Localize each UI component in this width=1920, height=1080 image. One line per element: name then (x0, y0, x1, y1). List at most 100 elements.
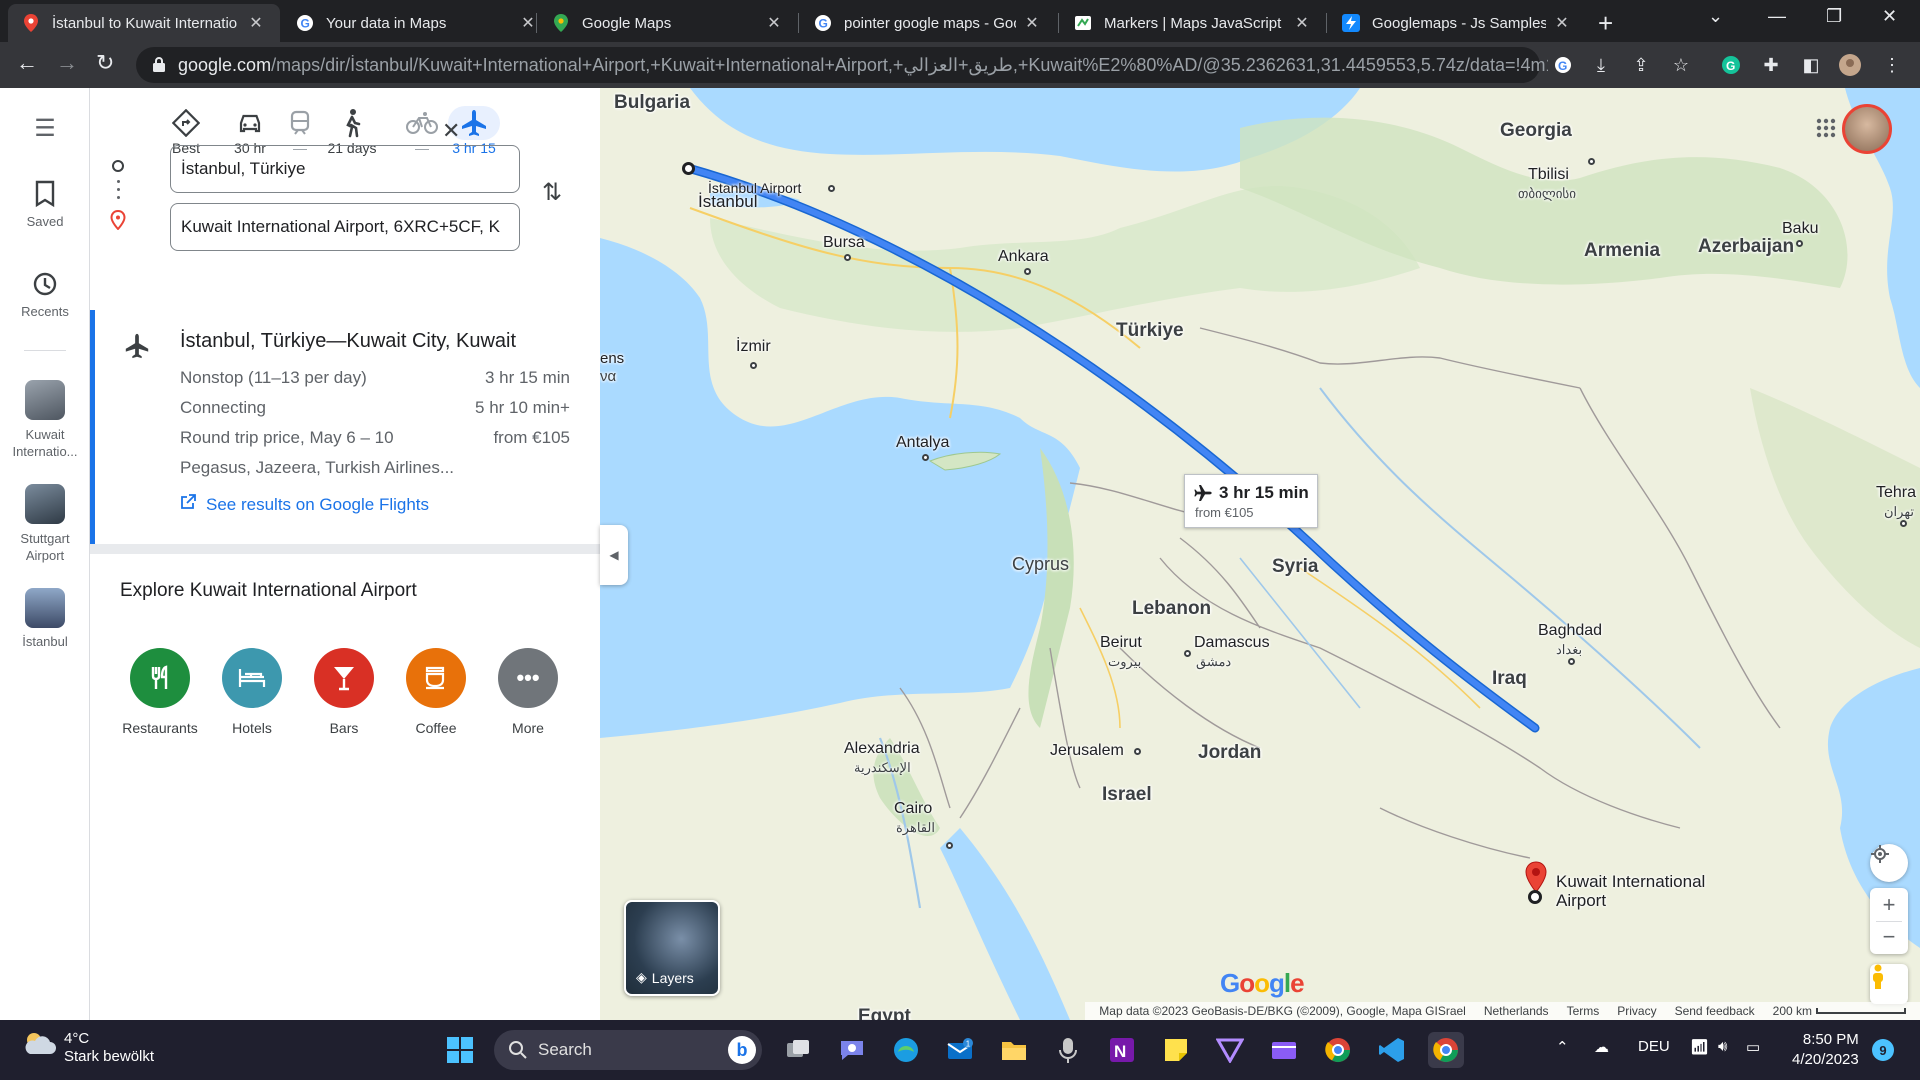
zoom-in-button[interactable]: + (1883, 889, 1896, 921)
category-restaurants[interactable]: Restaurants (114, 648, 206, 736)
map-label-cyprus[interactable]: Cyprus (1012, 554, 1069, 575)
account-avatar[interactable] (1842, 104, 1892, 154)
bookmark-star-icon[interactable]: ☆ (1669, 53, 1693, 77)
tab-your-data[interactable]: G Your data in Maps ✕ (282, 4, 552, 42)
map-label-jordan[interactable]: Jordan (1198, 742, 1261, 764)
sticky-notes-icon[interactable] (1158, 1032, 1194, 1068)
map-label-egypt[interactable]: Egypt (858, 1006, 911, 1020)
lock-icon[interactable] (152, 56, 166, 77)
rail-recent-stuttgart[interactable]: Stuttgart Airport (0, 484, 90, 564)
collapse-panel-button[interactable]: ◀ (600, 525, 628, 585)
forward-icon[interactable]: → (56, 50, 78, 76)
address-bar[interactable]: google.com/maps/dir/İstanbul/Kuwait+Inte… (136, 47, 1548, 83)
maximize-icon[interactable]: ❐ (1826, 6, 1842, 27)
close-tab-icon[interactable]: ✕ (1292, 13, 1312, 33)
hamburger-menu-icon[interactable]: ☰ (0, 114, 90, 143)
tab-google-maps[interactable]: Google Maps ✕ (538, 4, 798, 42)
wifi-icon[interactable]: 📶︎ (1690, 1038, 1709, 1056)
show-hidden-icons[interactable]: ⌃ (1556, 1038, 1569, 1056)
notification-badge[interactable]: 9 (1872, 1039, 1894, 1061)
rail-recent-istanbul[interactable]: İstanbul (0, 588, 90, 649)
map-label-alexandria[interactable]: Alexandria (844, 740, 920, 758)
system-clock[interactable]: 8:50 PM 4/20/2023 (1792, 1030, 1859, 1070)
terms-link[interactable]: Terms (1567, 1004, 1600, 1018)
volume-icon[interactable]: 🔊︎ (1718, 1038, 1727, 1055)
map-label-ankara[interactable]: Ankara (998, 248, 1049, 266)
category-hotels[interactable]: Hotels (206, 648, 298, 736)
close-directions-icon[interactable]: ✕ (442, 118, 460, 144)
map-label-bulgaria[interactable]: Bulgaria (614, 92, 690, 114)
tab-googlemaps-js-samples[interactable]: Googlemaps - Js Samples - ✕ (1328, 4, 1586, 42)
map-label-turkiye[interactable]: Türkiye (1116, 320, 1184, 342)
swap-icon[interactable]: ⇅ (542, 178, 562, 207)
category-coffee[interactable]: Coffee (390, 648, 482, 736)
vpn-app-icon[interactable] (1212, 1032, 1248, 1068)
back-icon[interactable]: ← (16, 50, 38, 76)
layers-button[interactable]: ◈ Layers (624, 900, 720, 996)
origin-marker[interactable] (682, 162, 695, 175)
map-label-istanbul[interactable]: İstanbul (698, 192, 758, 212)
close-window-icon[interactable]: ✕ (1882, 6, 1897, 27)
map-label-jerusalem[interactable]: Jerusalem (1050, 742, 1124, 760)
map-label-baku[interactable]: Baku (1782, 220, 1818, 238)
weather-widget[interactable]: 4°C Stark bewölkt (22, 1030, 154, 1066)
flight-duration-callout[interactable]: 3 hr 15 min from €105 (1184, 474, 1318, 528)
destination-input[interactable]: Kuwait International Airport, 6XRC+5CF, … (170, 203, 520, 251)
rail-saved[interactable]: Saved (0, 180, 90, 229)
minimize-icon[interactable]: — (1768, 6, 1786, 27)
send-feedback-link[interactable]: Send feedback (1675, 1004, 1755, 1018)
chrome-active-icon[interactable] (1428, 1032, 1464, 1068)
profile-avatar-icon[interactable] (1838, 53, 1862, 77)
more-menu-icon[interactable]: ⋮ (1880, 53, 1904, 77)
map-label-cairo[interactable]: Cairo (894, 800, 932, 818)
map-label-izmir[interactable]: İzmir (736, 338, 771, 356)
vscode-icon[interactable] (1374, 1032, 1410, 1068)
map-label-georgia[interactable]: Georgia (1500, 120, 1572, 142)
region-link[interactable]: Netherlands (1484, 1004, 1549, 1018)
map-label-kuwait-airport[interactable]: Kuwait International Airport (1556, 872, 1736, 910)
keyboard-language[interactable]: DEU (1638, 1038, 1670, 1055)
map-label-antalya[interactable]: Antalya (896, 434, 949, 452)
grammarly-icon[interactable]: G (1719, 53, 1743, 77)
map-label-azerbaijan[interactable]: Azerbaijan (1698, 236, 1794, 258)
map-canvas[interactable]: Bulgaria Georgia Tbilisi თბილისი İstanbu… (600, 88, 1920, 1020)
task-view-icon[interactable] (780, 1032, 816, 1068)
pegman-icon[interactable] (1870, 964, 1908, 1004)
tab-search-icon[interactable]: ⌄ (1708, 6, 1723, 27)
teams-chat-icon[interactable] (834, 1032, 870, 1068)
onedrive-icon[interactable]: ☁ (1594, 1038, 1609, 1056)
map-label-beirut[interactable]: Beirut (1100, 634, 1142, 652)
onenote-icon[interactable]: N (1104, 1032, 1140, 1068)
map-label-damascus[interactable]: Damascus (1194, 634, 1270, 652)
tab-pointer-google-maps[interactable]: G pointer google maps - Goo ✕ (800, 4, 1056, 42)
privacy-link[interactable]: Privacy (1617, 1004, 1656, 1018)
side-panel-icon[interactable]: ◧ (1799, 53, 1823, 77)
map-label-israel[interactable]: Israel (1102, 784, 1152, 806)
destination-marker[interactable] (1528, 890, 1542, 904)
map-label-baghdad[interactable]: Baghdad (1538, 622, 1602, 640)
map-label-tbilisi[interactable]: Tbilisi (1528, 166, 1569, 184)
map-label-syria[interactable]: Syria (1272, 556, 1318, 578)
mic-app-icon[interactable] (1050, 1032, 1086, 1068)
rail-recents[interactable]: Recents (0, 270, 90, 319)
category-bars[interactable]: Bars (298, 648, 390, 736)
zoom-out-button[interactable]: − (1883, 922, 1896, 954)
share-icon[interactable]: ⇪ (1629, 53, 1653, 77)
close-tab-icon[interactable]: ✕ (1552, 13, 1572, 33)
battery-icon[interactable]: ▭ (1746, 1038, 1760, 1056)
map-label-athens-partial[interactable]: ens (600, 350, 624, 367)
map-label-bursa[interactable]: Bursa (823, 234, 865, 252)
edge-icon[interactable] (888, 1032, 924, 1068)
map-label-lebanon[interactable]: Lebanon (1132, 598, 1211, 620)
clipchamp-icon[interactable] (1266, 1032, 1302, 1068)
close-tab-icon[interactable]: ✕ (518, 13, 538, 33)
rail-recent-kuwait[interactable]: Kuwait Internatio... (0, 380, 90, 460)
map-label-tehran[interactable]: Tehra (1876, 484, 1916, 502)
mail-icon[interactable]: 1 (942, 1032, 978, 1068)
taskbar-search[interactable]: Search b (494, 1030, 762, 1070)
chrome-icon[interactable] (1320, 1032, 1356, 1068)
map-label-iraq[interactable]: Iraq (1492, 668, 1527, 690)
reload-icon[interactable]: ↻ (96, 50, 114, 76)
extensions-icon[interactable]: ✚ (1759, 53, 1783, 77)
windows-start-icon[interactable] (442, 1032, 478, 1068)
